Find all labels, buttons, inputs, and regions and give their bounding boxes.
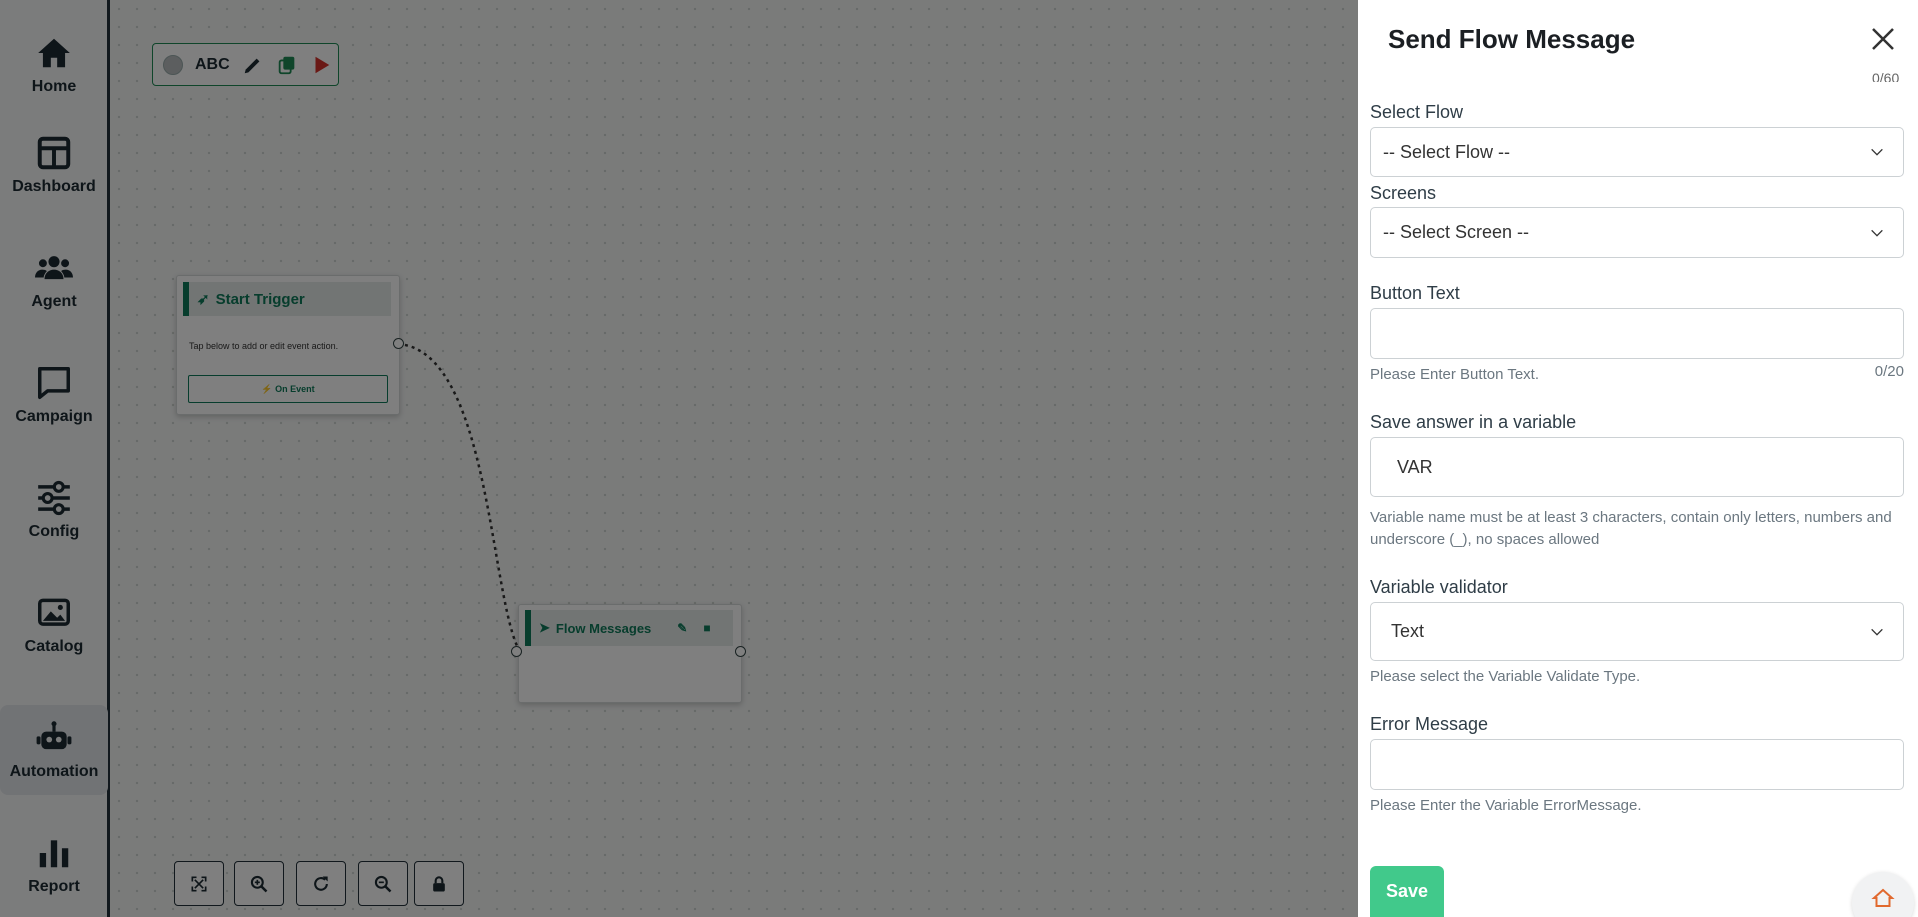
close-icon[interactable] — [1868, 24, 1898, 54]
select-flow-value: -- Select Flow -- — [1383, 141, 1511, 162]
button-text-counter: 0/20 — [1874, 363, 1904, 380]
screens-value: -- Select Screen -- — [1383, 222, 1530, 242]
variable-value: VAR — [1397, 456, 1433, 477]
variable-input[interactable]: VAR — [1370, 437, 1904, 497]
send-flow-message-drawer: Send Flow Message 0/60 Select Flow -- Se… — [1358, 0, 1918, 917]
screens-label: Screens — [1370, 183, 1437, 203]
char-counter: 0/60 — [1872, 70, 1900, 82]
drawer-title: Send Flow Message — [1388, 24, 1636, 54]
chevron-down-icon — [1871, 229, 1883, 237]
select-flow-label: Select Flow — [1370, 102, 1464, 122]
validator-label: Variable validator — [1370, 577, 1508, 597]
error-message-input[interactable] — [1370, 739, 1904, 790]
home-fab-button[interactable] — [1852, 872, 1914, 917]
validator-help: Please select the Variable Validate Type… — [1370, 668, 1641, 685]
button-text-input[interactable] — [1370, 308, 1904, 359]
modal-overlay[interactable] — [0, 0, 1358, 917]
variable-help: Variable name must be at least 3 charact… — [1370, 509, 1892, 548]
error-message-label: Error Message — [1370, 714, 1489, 734]
validator-value: Text — [1391, 621, 1425, 641]
button-text-help: Please Enter Button Text. — [1370, 366, 1539, 383]
screens-dropdown[interactable]: -- Select Screen -- — [1370, 207, 1904, 258]
error-message-help: Please Enter the Variable ErrorMessage. — [1370, 797, 1642, 814]
variable-label: Save answer in a variable — [1370, 412, 1577, 432]
chevron-down-icon — [1871, 148, 1883, 156]
home-icon — [1871, 888, 1895, 907]
button-text-label: Button Text — [1370, 283, 1460, 303]
chevron-down-icon — [1871, 628, 1883, 636]
save-button[interactable]: Save — [1370, 866, 1444, 917]
select-flow-dropdown[interactable]: -- Select Flow -- — [1370, 127, 1904, 177]
validator-dropdown[interactable]: Text — [1370, 602, 1904, 661]
